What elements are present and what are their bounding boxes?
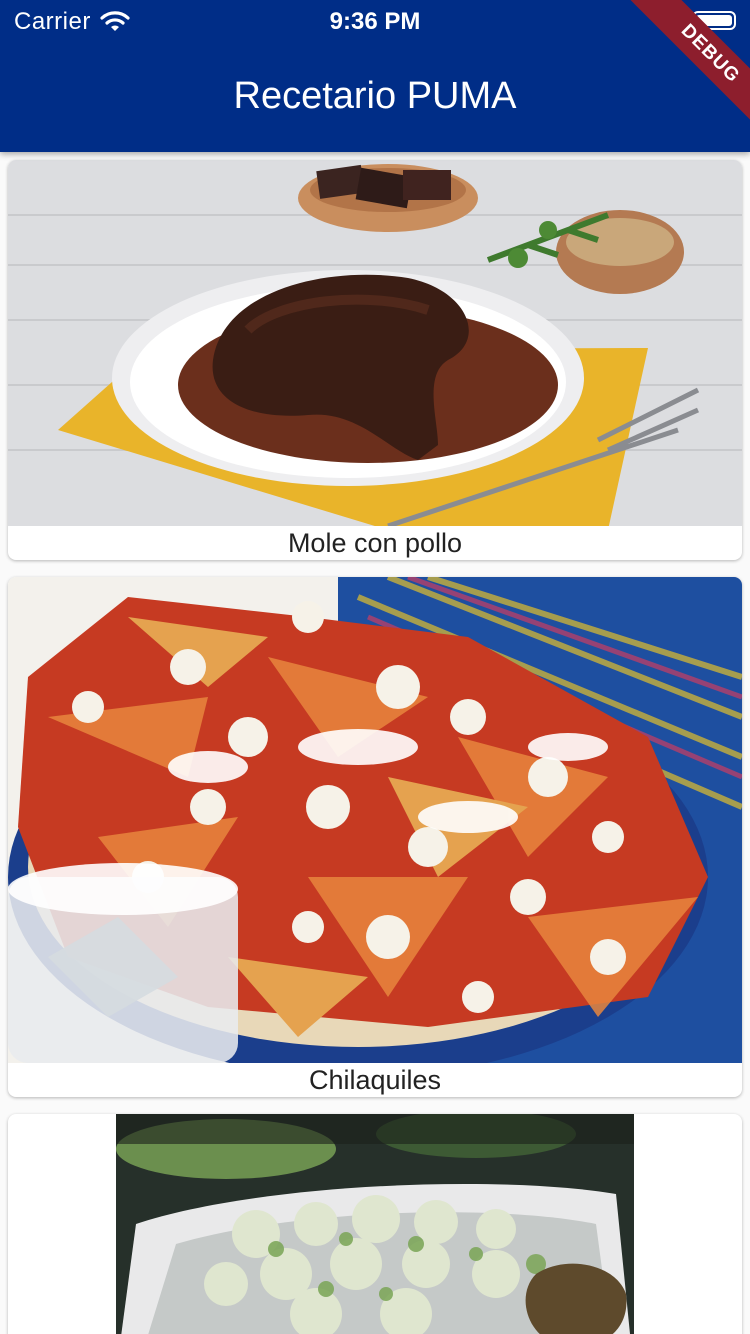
- chilaquiles-photo: [8, 577, 742, 1063]
- mole-photo: [8, 160, 742, 526]
- recipe-name: Chilaquiles: [308, 1065, 442, 1095]
- clock: 9:36 PM: [329, 8, 421, 35]
- recipe-name: Mole con pollo: [287, 528, 463, 558]
- app-bar: Carrier 9:36 PM Recetario PUMA DEBUG: [0, 0, 750, 152]
- page-title: Recetario PUMA: [233, 75, 517, 117]
- recipe-card-chilaquiles[interactable]: Chilaquiles: [8, 577, 742, 1097]
- enchiladas-photo: [116, 1114, 634, 1334]
- recipe-card-mole[interactable]: Mole con pollo: [8, 160, 742, 560]
- recipe-card-enchiladas[interactable]: [8, 1114, 742, 1334]
